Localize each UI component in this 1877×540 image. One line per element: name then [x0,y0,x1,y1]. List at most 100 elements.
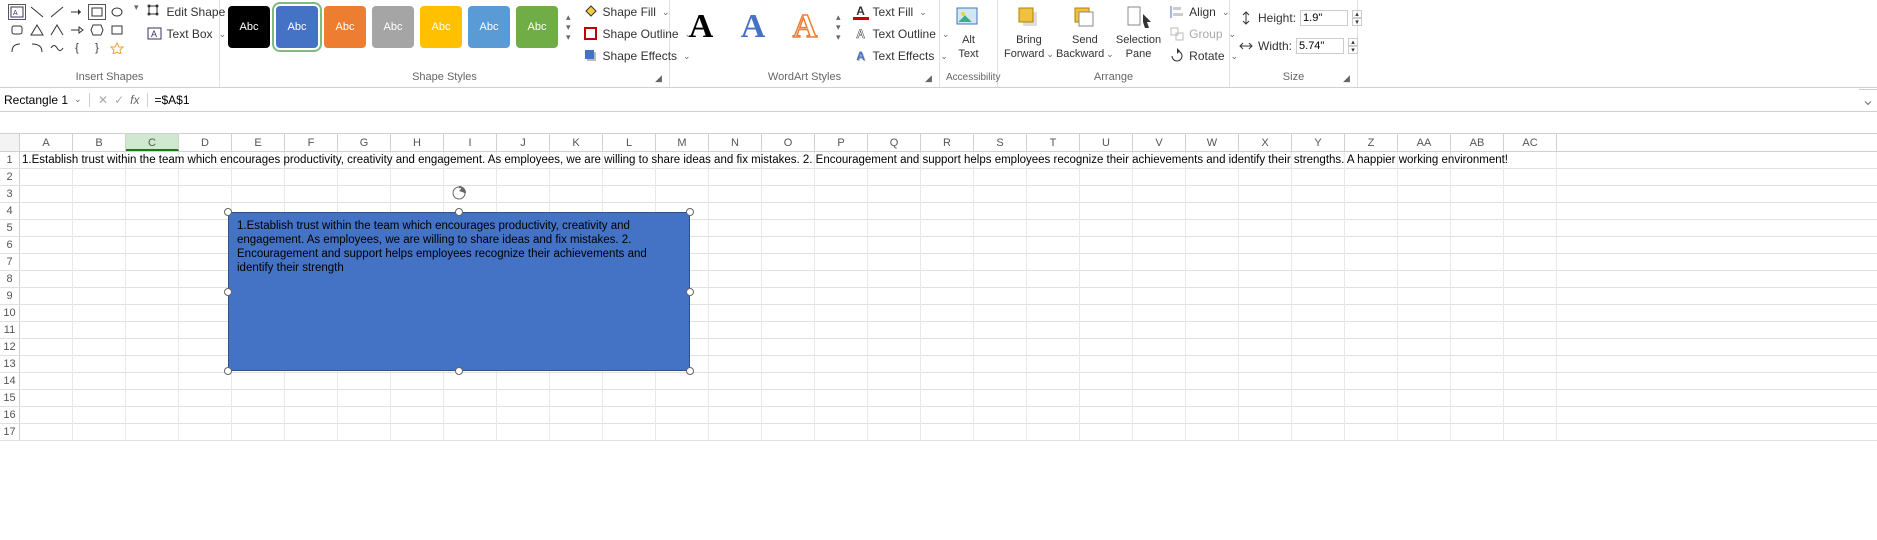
col-header-AC[interactable]: AC [1504,134,1557,151]
cell-Z2[interactable] [1345,169,1398,186]
cell-Q4[interactable] [868,203,921,220]
col-header-K[interactable]: K [550,134,603,151]
cell-U2[interactable] [1080,169,1133,186]
cell-Q5[interactable] [868,220,921,237]
cell-K17[interactable] [550,424,603,441]
cell-P10[interactable] [815,305,868,322]
cell-Q13[interactable] [868,356,921,373]
row-header-9[interactable]: 9 [0,288,20,304]
cell-V8[interactable] [1133,271,1186,288]
cell-Y2[interactable] [1292,169,1345,186]
cell-A6[interactable] [20,237,73,254]
cell-S4[interactable] [974,203,1027,220]
cell-U16[interactable] [1080,407,1133,424]
cell-AA6[interactable] [1398,237,1451,254]
cell-D5[interactable] [179,220,232,237]
col-header-R[interactable]: R [921,134,974,151]
cell-X8[interactable] [1239,271,1292,288]
cell-I14[interactable] [444,373,497,390]
cell-S15[interactable] [974,390,1027,407]
cell-E3[interactable] [232,186,285,203]
cell-K14[interactable] [550,373,603,390]
wordart-more[interactable]: ▴▾▾ [836,2,841,52]
resize-handle-tl[interactable] [224,208,232,216]
cell-Z14[interactable] [1345,373,1398,390]
cell-R13[interactable] [921,356,974,373]
cell-F14[interactable] [285,373,338,390]
cell-AC7[interactable] [1504,254,1557,271]
col-header-C[interactable]: C [126,134,179,151]
cell-P15[interactable] [815,390,868,407]
cell-C4[interactable] [126,203,179,220]
cell-J15[interactable] [497,390,550,407]
cell-D7[interactable] [179,254,232,271]
cell-V2[interactable] [1133,169,1186,186]
row-header-11[interactable]: 11 [0,322,20,338]
cell-U15[interactable] [1080,390,1133,407]
cell-Z7[interactable] [1345,254,1398,271]
resize-handle-r[interactable] [686,288,694,296]
width-input[interactable] [1296,38,1344,54]
cell-D12[interactable] [179,339,232,356]
cell-U14[interactable] [1080,373,1133,390]
cell-AA11[interactable] [1398,322,1451,339]
cell-U7[interactable] [1080,254,1133,271]
cell-L2[interactable] [603,169,656,186]
cell-Z13[interactable] [1345,356,1398,373]
cell-C14[interactable] [126,373,179,390]
col-header-L[interactable]: L [603,134,656,151]
shape-style-more[interactable]: ▴▾▾ [566,2,571,52]
col-header-U[interactable]: U [1080,134,1133,151]
cell-O4[interactable] [762,203,815,220]
cell-J17[interactable] [497,424,550,441]
cell-O10[interactable] [762,305,815,322]
shape-style-7[interactable]: Abc [516,6,558,48]
cell-B13[interactable] [73,356,126,373]
shape-style-gallery[interactable]: AbcAbcAbcAbcAbcAbcAbc [226,2,560,52]
cell-AC1[interactable] [1504,152,1557,169]
cell-AB2[interactable] [1451,169,1504,186]
cell-Z8[interactable] [1345,271,1398,288]
cell-P14[interactable] [815,373,868,390]
send-backward-button[interactable]: Send Backward⌄ [1058,2,1112,62]
cell-W7[interactable] [1186,254,1239,271]
cell-E16[interactable] [232,407,285,424]
cell-M16[interactable] [656,407,709,424]
formula-bar-expand[interactable]: ⌄ [1859,89,1877,110]
cell-AC10[interactable] [1504,305,1557,322]
col-header-W[interactable]: W [1186,134,1239,151]
cell-AB10[interactable] [1451,305,1504,322]
cell-R14[interactable] [921,373,974,390]
cell-AC3[interactable] [1504,186,1557,203]
cell-AB15[interactable] [1451,390,1504,407]
cell-R5[interactable] [921,220,974,237]
cell-U11[interactable] [1080,322,1133,339]
wordart-gallery[interactable]: A A A [676,2,830,52]
cell-O7[interactable] [762,254,815,271]
col-header-H[interactable]: H [391,134,444,151]
cell-Y17[interactable] [1292,424,1345,441]
wordart-style-3[interactable]: A [784,6,826,48]
cell-T14[interactable] [1027,373,1080,390]
cell-C11[interactable] [126,322,179,339]
cell-T10[interactable] [1027,305,1080,322]
cell-P13[interactable] [815,356,868,373]
resize-handle-bl[interactable] [224,367,232,375]
cell-T17[interactable] [1027,424,1080,441]
cell-O13[interactable] [762,356,815,373]
cell-X10[interactable] [1239,305,1292,322]
cell-E17[interactable] [232,424,285,441]
cell-D6[interactable] [179,237,232,254]
cell-T2[interactable] [1027,169,1080,186]
row-header-8[interactable]: 8 [0,271,20,287]
cell-M2[interactable] [656,169,709,186]
cell-P16[interactable] [815,407,868,424]
cell-B15[interactable] [73,390,126,407]
cell-AB11[interactable] [1451,322,1504,339]
cell-H15[interactable] [391,390,444,407]
cell-B6[interactable] [73,237,126,254]
cell-W17[interactable] [1186,424,1239,441]
cell-W10[interactable] [1186,305,1239,322]
cell-C6[interactable] [126,237,179,254]
cell-O17[interactable] [762,424,815,441]
